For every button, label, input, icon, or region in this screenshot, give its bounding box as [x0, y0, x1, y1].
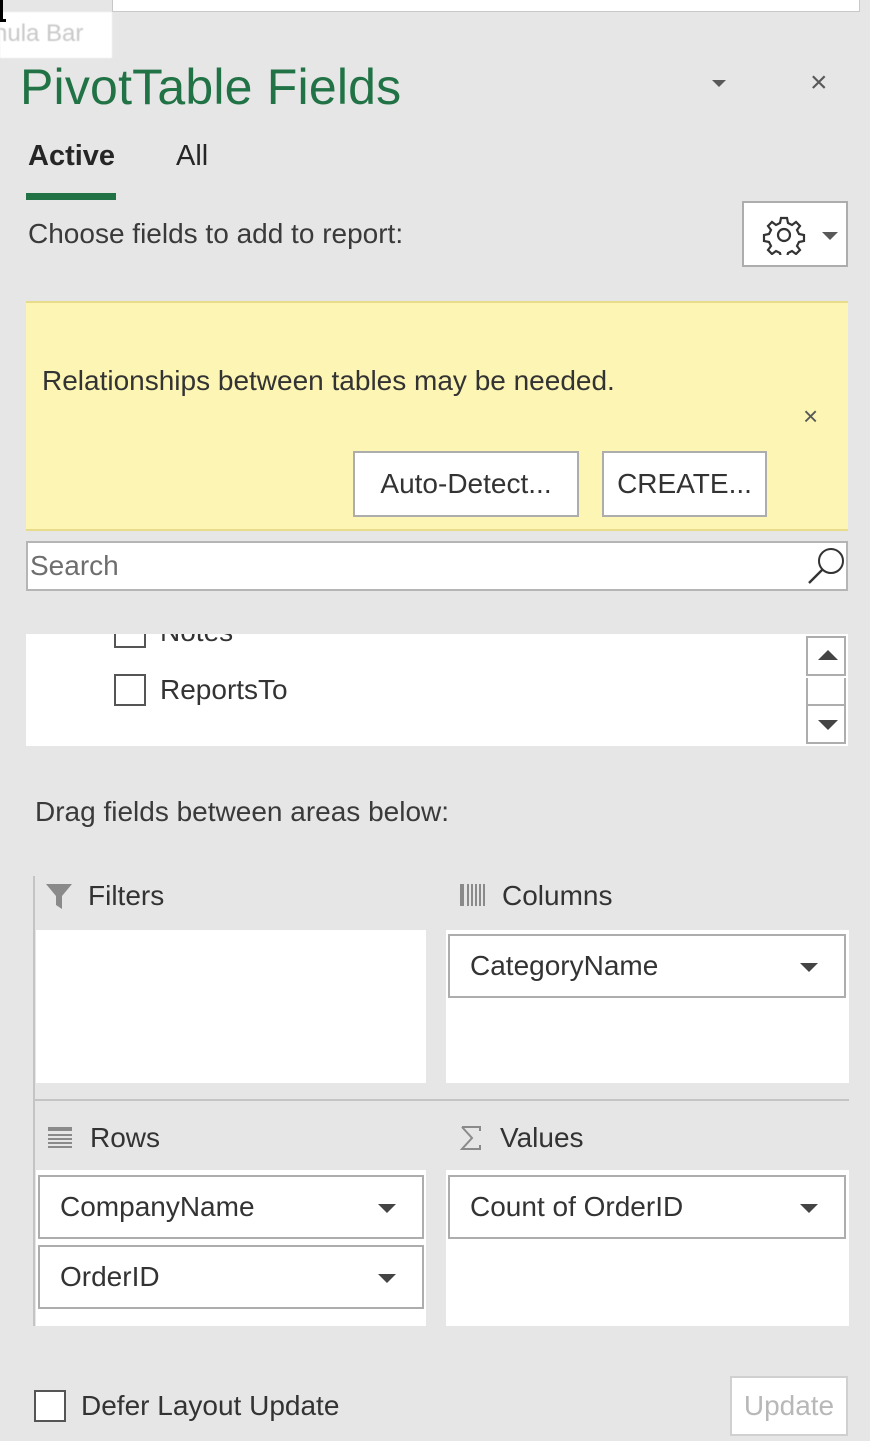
scroll-down-button[interactable] [806, 704, 846, 744]
update-button[interactable]: Update [730, 1376, 848, 1436]
field-list: Notes ReportsTo [26, 634, 848, 746]
search-icon[interactable] [806, 545, 848, 587]
values-drop-area[interactable]: Count of OrderID [446, 1170, 849, 1326]
sigma-icon [459, 1126, 481, 1150]
chevron-down-icon[interactable] [800, 1204, 818, 1213]
field-label: Notes [160, 634, 233, 648]
formula-bar-input[interactable] [112, 0, 860, 12]
tools-dropdown-icon [822, 232, 838, 240]
areas-divider-vertical [33, 876, 35, 1326]
defer-layout-label[interactable]: Defer Layout Update [81, 1390, 339, 1422]
search-input[interactable] [30, 547, 790, 585]
create-button[interactable]: CREATE... [602, 451, 767, 517]
relationships-notice: Relationships between tables may be need… [26, 301, 848, 531]
tab-active-indicator [26, 193, 116, 200]
field-search-box [26, 541, 848, 591]
filter-icon [46, 884, 72, 909]
filters-drop-area[interactable] [36, 930, 426, 1083]
arrow-up-icon [818, 650, 838, 660]
notice-close-button[interactable]: × [803, 401, 818, 432]
rows-field-companyname[interactable]: CompanyName [38, 1175, 424, 1239]
chevron-down-icon[interactable] [800, 963, 818, 972]
field-checkbox[interactable] [114, 634, 146, 648]
values-label: Values [500, 1122, 584, 1153]
values-field-count-of-orderid[interactable]: Count of OrderID [448, 1175, 846, 1239]
defer-layout-checkbox[interactable] [34, 1390, 66, 1422]
field-pill-label: OrderID [60, 1261, 160, 1292]
columns-drop-area[interactable]: CategoryName [446, 930, 849, 1083]
chevron-down-icon[interactable] [378, 1204, 396, 1213]
columns-area-header: Columns [458, 880, 612, 912]
field-pill-label: Count of OrderID [470, 1191, 684, 1222]
tab-active[interactable]: Active [28, 140, 115, 173]
field-item-notes[interactable]: Notes [114, 634, 233, 648]
rows-field-orderid[interactable]: OrderID [38, 1245, 424, 1309]
tools-button[interactable] [742, 201, 848, 267]
columns-icon [460, 884, 485, 906]
areas-divider-horizontal [34, 1099, 849, 1101]
panel-options-dropdown-icon[interactable] [712, 80, 726, 87]
tab-all[interactable]: All [176, 140, 208, 173]
field-pill-label: CompanyName [60, 1191, 255, 1222]
formula-bar-tooltip: nula Bar [0, 12, 112, 58]
chevron-down-icon[interactable] [378, 1274, 396, 1283]
arrow-down-icon [818, 720, 838, 730]
scroll-up-button[interactable] [806, 636, 846, 676]
field-label: ReportsTo [160, 674, 288, 705]
field-item-reportsto[interactable]: ReportsTo [114, 674, 288, 706]
columns-field-categoryname[interactable]: CategoryName [448, 934, 846, 998]
filters-label: Filters [88, 880, 165, 911]
auto-detect-button[interactable]: Auto-Detect... [353, 451, 579, 517]
scroll-thumb[interactable] [806, 678, 846, 704]
values-area-header: Values [458, 1122, 584, 1154]
choose-fields-label: Choose fields to add to report: [28, 218, 404, 249]
field-pill-label: CategoryName [470, 950, 659, 981]
rows-label: Rows [90, 1122, 161, 1153]
panel-close-button[interactable]: × [810, 68, 828, 98]
gear-icon [762, 216, 806, 255]
rows-area-header: Rows [46, 1122, 160, 1154]
field-checkbox[interactable] [114, 674, 146, 706]
columns-label: Columns [502, 880, 613, 911]
mouse-cursor-icon [0, 0, 6, 22]
rows-drop-area[interactable]: CompanyName OrderID [36, 1170, 426, 1326]
drag-fields-label: Drag fields between areas below: [35, 796, 450, 827]
field-list-scrollbar[interactable] [806, 636, 848, 744]
panel-title: PivotTable Fields [20, 59, 402, 115]
rows-icon [48, 1127, 72, 1148]
notice-message: Relationships between tables may be need… [42, 365, 615, 396]
filters-area-header: Filters [44, 880, 164, 912]
